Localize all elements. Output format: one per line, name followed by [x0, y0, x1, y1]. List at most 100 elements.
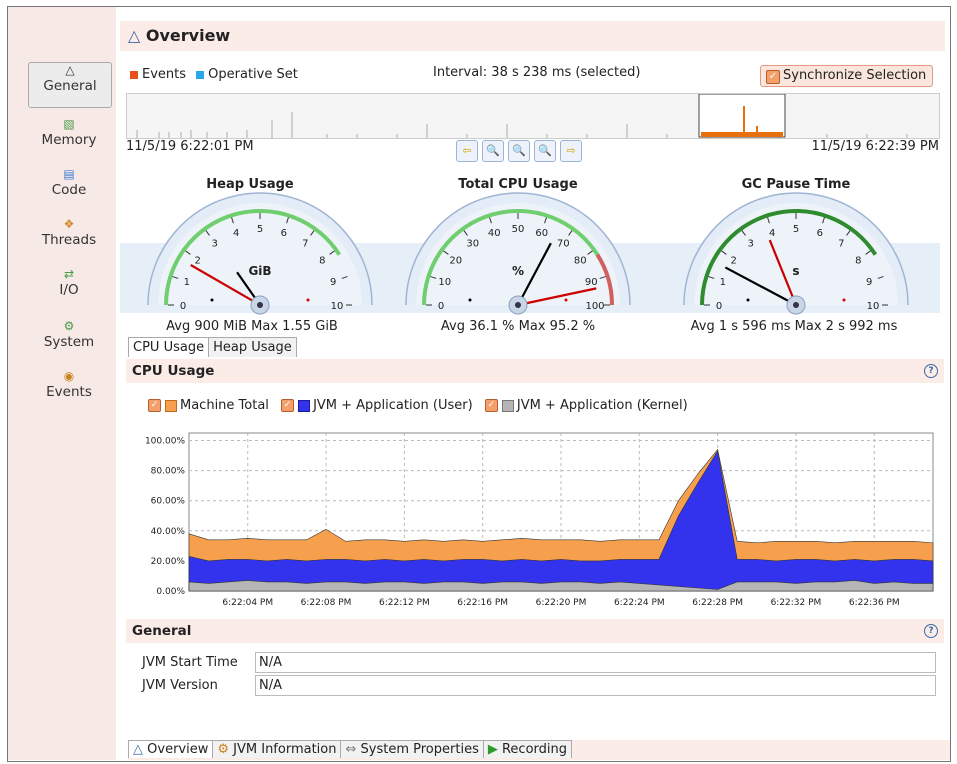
properties-icon: ⇔ [345, 742, 357, 757]
nav-label: Events [46, 384, 92, 400]
gauge-1: 0 10 20 30 40 50 60 70 80 90 100% [405, 192, 631, 315]
gauge-tick-label: 8 [855, 256, 861, 267]
y-tick-label: 20.00% [151, 557, 186, 567]
y-tick-label: 60.00% [151, 497, 186, 507]
events-swatch [130, 70, 138, 79]
x-tick-label: 6:22:08 PM [301, 598, 352, 608]
general-title: General [132, 623, 192, 639]
gauge-tick-label: 4 [769, 228, 775, 239]
legend-jvm-kernel[interactable]: ✓ JVM + Application (Kernel) [484, 398, 688, 413]
tab-recording[interactable]: ▶ Recording [482, 740, 573, 758]
pan-right-button[interactable]: ⇨ [560, 140, 582, 162]
events-label: Events [142, 67, 187, 82]
nav-label: Threads [41, 232, 97, 248]
cpu-usage-panel-title: CPU Usage [132, 363, 215, 379]
tab-overview[interactable]: △ Overview [128, 740, 214, 758]
gauge-tick-label: 5 [257, 224, 263, 235]
legend-jvm-user[interactable]: ✓ JVM + Application (User) [281, 398, 473, 413]
gauge-tick-label: 7 [302, 239, 308, 250]
jvm-start-time-row: JVM Start Time [142, 655, 252, 670]
gauge-tick-label: 10 [867, 301, 880, 312]
gauge-tick-label: 4 [233, 228, 239, 239]
tab-heap-usage[interactable]: Heap Usage [208, 337, 297, 357]
tab-jvm-information[interactable]: ⚙ JVM Information [212, 740, 342, 758]
tab-cpu-usage[interactable]: CPU Usage [128, 337, 210, 357]
nav-item-io[interactable]: ⇄ I/O [28, 267, 110, 298]
gauge-tick-label: 0 [716, 301, 722, 312]
gauge-tick-label: 100 [585, 301, 604, 312]
x-tick-label: 6:22:12 PM [379, 598, 430, 608]
left-nav: △ General ▧ Memory ▤ Code ❖ Threads ⇄ I/… [8, 7, 116, 760]
nav-item-threads[interactable]: ❖ Threads [28, 217, 110, 248]
gc-pause-stats: Avg 1 s 596 ms Max 2 s 992 ms [690, 319, 898, 334]
gauge-tick-label: 6 [281, 228, 287, 239]
gauges: 01234 5 678910GiB010203040 50 60708090100%01… [120, 192, 940, 315]
timeline-overview[interactable] [126, 93, 940, 139]
nav-item-general[interactable]: △ General [28, 62, 112, 108]
nav-label: I/O [59, 282, 79, 298]
gauge-tick-label: 70 [557, 239, 570, 250]
checkbox-icon: ✓ [148, 399, 161, 412]
help-icon[interactable]: ? [924, 364, 938, 378]
nav-item-events[interactable]: ◉ Events [28, 369, 110, 400]
pan-left-button[interactable]: ⇦ [456, 140, 478, 162]
chart-legend: ✓ Machine Total ✓ JVM + Application (User)… [148, 398, 696, 413]
x-tick-label: 6:22:04 PM [222, 598, 273, 608]
jvm-info-icon: ⚙ [217, 742, 230, 757]
gauge-tick-label: 3 [212, 239, 218, 250]
gauge-tick-label: 9 [866, 277, 872, 288]
cpu-usage-header: CPU Usage ? [126, 359, 944, 383]
gauge-tick-label: 9 [330, 277, 336, 288]
zoom-in-button[interactable]: 🔍 [534, 140, 556, 162]
cpu-usage-chart[interactable]: 0.00% 20.00% 40.00% 60.00% 80.00% 100.00% 6:22… [126, 419, 944, 619]
gauge-unit: GiB [248, 264, 271, 278]
editor-bottom-tabs: △ Overview ⚙ JVM Information ⇔ System Prop… [128, 740, 950, 760]
nav-item-memory[interactable]: ▧ Memory [28, 117, 110, 148]
tab-system-properties[interactable]: ⇔ System Properties [340, 740, 484, 758]
memory-icon: ▧ [63, 117, 75, 131]
interval-text: Interval: 38 s 238 ms (selected) [433, 65, 641, 80]
gauge-tick-label: 30 [466, 239, 479, 250]
overview-page: △ Overview Events Operative Set Interval… [120, 7, 950, 760]
help-icon[interactable]: ? [924, 624, 938, 638]
y-tick-label: 100.00% [145, 437, 185, 447]
events-bar [701, 132, 783, 137]
synchronize-selection-checkbox[interactable]: ✓ Synchronize Selection [760, 65, 934, 87]
gauge-tick-label: 6 [817, 228, 823, 239]
field-label: JVM Version [142, 678, 218, 693]
cpu-usage-stats: Avg 36.1 % Max 95.2 % [440, 319, 596, 334]
gauge-tick-label: 8 [319, 256, 325, 267]
x-tick-label: 6:22:32 PM [771, 598, 822, 608]
checkbox-icon: ✓ [484, 399, 498, 412]
threads-icon: ❖ [63, 217, 75, 231]
nav-label: Code [51, 182, 87, 198]
nav-item-code[interactable]: ▤ Code [28, 167, 110, 198]
field-label: JVM Start Time [142, 655, 238, 670]
legend-machine-total[interactable]: ✓ Machine Total [148, 398, 269, 413]
gauge-0: 0 123 4 5 6 789 10 GiB [147, 192, 373, 315]
gauge-2: 0 123 4 5 6 789 10 s [683, 192, 909, 315]
x-tick-label: 6:22:36 PM [849, 598, 900, 608]
window-frame: △ General ▧ Memory ▤ Code ❖ Threads ⇄ I/… [7, 6, 951, 762]
legend-label: JVM + Application (User) [313, 398, 473, 413]
gauge-tick-label: 2 [731, 256, 737, 267]
gauge-tick-label: 50 [512, 224, 525, 235]
zoom-out-button[interactable]: 🔍 [482, 140, 504, 162]
gauge-tick-label: 60 [535, 228, 548, 239]
zoom-selection-button[interactable]: 🔍 [508, 140, 530, 162]
overview-icon: △ [65, 63, 75, 77]
jvm-start-time-field[interactable]: N/A [255, 652, 936, 673]
gauge-tick-label: 20 [449, 256, 462, 267]
page-header: △ Overview [120, 21, 945, 51]
checkbox-icon: ✓ [281, 399, 295, 412]
gauge-unit: s [792, 264, 799, 278]
y-tick-label: 40.00% [151, 527, 186, 537]
io-icon: ⇄ [63, 267, 75, 281]
system-icon: ⚙ [63, 319, 75, 333]
timeline-selection[interactable] [698, 94, 786, 138]
nav-item-system[interactable]: ⚙ System [28, 319, 110, 350]
checkbox-icon: ✓ [766, 70, 780, 84]
gauge-unit: % [512, 264, 524, 278]
jvm-version-field[interactable]: N/A [255, 675, 936, 696]
gauge-tick-label: 90 [585, 277, 598, 288]
